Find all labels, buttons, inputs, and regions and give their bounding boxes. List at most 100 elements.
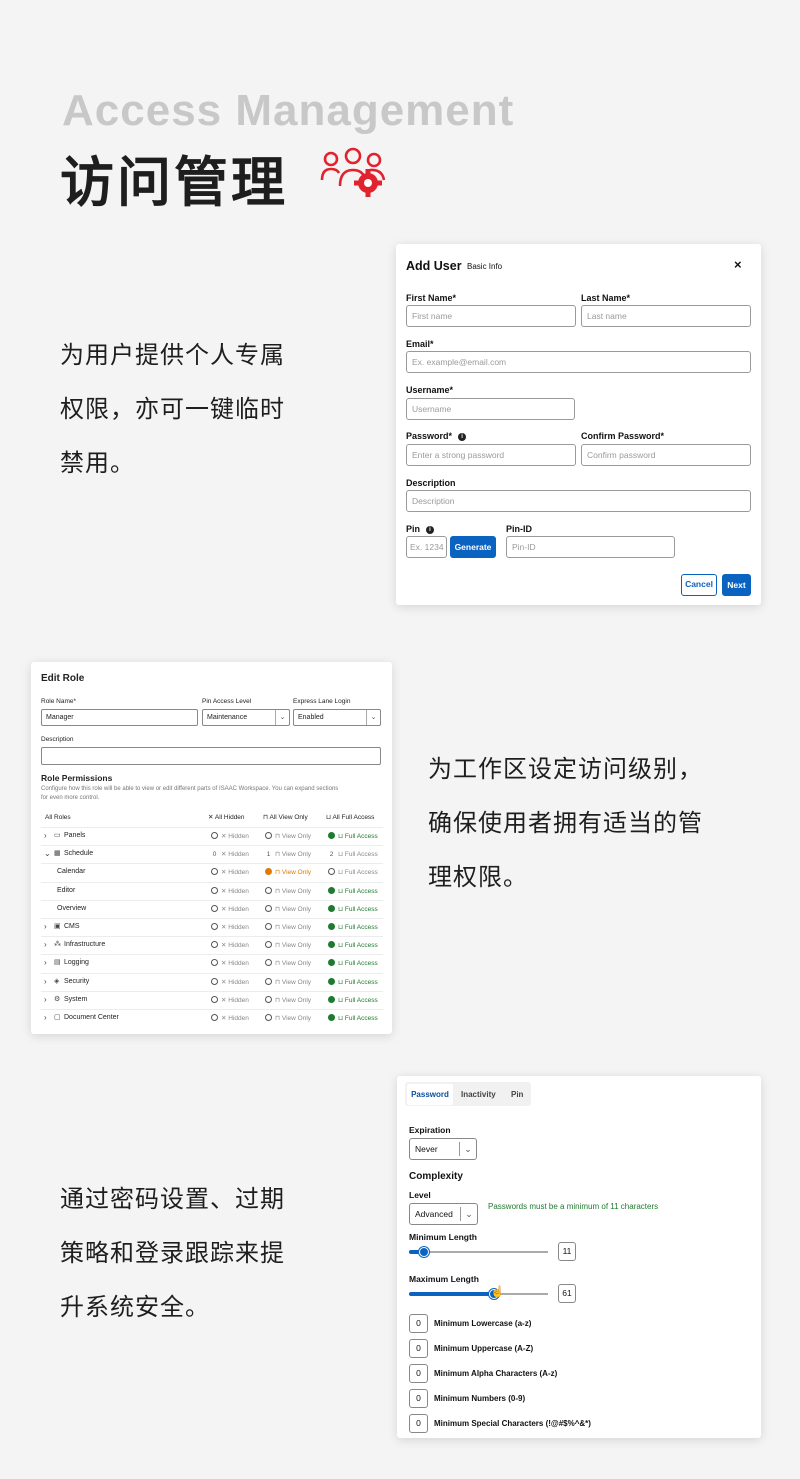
- max-length-value[interactable]: 61: [558, 1284, 576, 1303]
- next-button[interactable]: Next: [722, 574, 751, 596]
- radio[interactable]: [328, 886, 335, 894]
- permission-row[interactable]: › ⚙ System ✕ Hidden ⊓ View Only ⊔ Full Access: [41, 990, 383, 1009]
- permission-option[interactable]: ⊔ Full Access: [328, 977, 378, 986]
- tab-password[interactable]: Password: [407, 1084, 453, 1105]
- permission-row[interactable]: Overview ✕ Hidden ⊓ View Only ⊔ Full Access: [41, 899, 383, 918]
- radio[interactable]: [265, 832, 272, 839]
- permission-option[interactable]: ⊔ Full Access: [328, 959, 378, 967]
- permission-option[interactable]: ✕ Hidden: [211, 868, 249, 876]
- permission-row[interactable]: › ▢ Document Center ✕ Hidden ⊓ View Only ⊔ Fu…: [41, 1009, 383, 1027]
- generate-button[interactable]: Generate: [450, 536, 496, 558]
- radio[interactable]: [265, 995, 272, 1003]
- permission-option[interactable]: ⊓ View Only: [265, 832, 311, 840]
- permission-option[interactable]: 1 ⊓ View Only: [265, 850, 311, 858]
- chevron-right-icon[interactable]: ›: [44, 958, 47, 967]
- permission-option[interactable]: ⊔ Full Access: [328, 941, 378, 949]
- permission-option[interactable]: ✕ Hidden: [211, 904, 249, 913]
- permission-option[interactable]: ✕ Hidden: [211, 977, 249, 986]
- permission-row[interactable]: › ◈ Security ✕ Hidden ⊓ View Only ⊔ Full Acce…: [41, 972, 383, 991]
- max-length-slider-track[interactable]: [409, 1292, 548, 1296]
- chevron-down-icon[interactable]: ⌄: [460, 1207, 477, 1221]
- counter-input[interactable]: 0: [409, 1364, 428, 1383]
- chevron-right-icon[interactable]: ›: [44, 940, 47, 949]
- permission-option[interactable]: ⊓ View Only: [265, 977, 311, 986]
- radio[interactable]: [265, 868, 272, 876]
- radio[interactable]: [328, 977, 335, 985]
- radio[interactable]: [328, 995, 335, 1003]
- permission-row[interactable]: › ▣ CMS ✕ Hidden ⊓ View Only ⊔ Full Access: [41, 918, 383, 936]
- permission-option[interactable]: ⊔ Full Access: [328, 923, 378, 931]
- counter-input[interactable]: 0: [409, 1314, 428, 1333]
- radio[interactable]: [211, 832, 218, 839]
- radio[interactable]: [211, 959, 218, 967]
- permission-option[interactable]: ⊓ View Only: [265, 923, 311, 931]
- min-length-slider-track[interactable]: [409, 1250, 548, 1254]
- radio[interactable]: [328, 959, 335, 967]
- permission-option[interactable]: ✕ Hidden: [211, 941, 249, 949]
- chevron-right-icon[interactable]: ›: [44, 977, 47, 986]
- min-length-value[interactable]: 11: [558, 1242, 576, 1261]
- chevron-right-icon[interactable]: ›: [44, 1013, 47, 1022]
- radio[interactable]: [328, 868, 335, 876]
- counter-input[interactable]: 0: [409, 1389, 428, 1408]
- email-input[interactable]: Ex. example@email.com: [406, 351, 751, 373]
- last-name-input[interactable]: Last name: [581, 305, 751, 327]
- counter-input[interactable]: 0: [409, 1414, 428, 1433]
- permission-option[interactable]: 0 ✕ Hidden: [211, 850, 249, 858]
- chevron-right-icon[interactable]: ›: [44, 831, 47, 840]
- radio[interactable]: [265, 923, 272, 930]
- description-textarea[interactable]: [41, 747, 381, 765]
- permission-row[interactable]: Calendar ✕ Hidden ⊓ View Only ⊔ Full Access: [41, 863, 383, 881]
- permission-row[interactable]: › ▭ Panels ✕ Hidden ⊓ View Only ⊔ Full Access: [41, 827, 383, 845]
- confirm-password-input[interactable]: Confirm password: [581, 444, 751, 466]
- permission-option[interactable]: ⊔ Full Access: [328, 832, 378, 840]
- permission-option[interactable]: ✕ Hidden: [211, 995, 249, 1004]
- tab-pin[interactable]: Pin: [511, 1090, 523, 1099]
- permission-option[interactable]: ⊔ Full Access: [328, 995, 378, 1004]
- permission-option[interactable]: ⊔ Full Access: [328, 1014, 378, 1022]
- username-input[interactable]: Username: [406, 398, 575, 420]
- radio[interactable]: [265, 904, 272, 912]
- radio[interactable]: [211, 923, 218, 930]
- radio[interactable]: [211, 995, 218, 1003]
- permission-row[interactable]: › ▤ Logging ✕ Hidden ⊓ View Only ⊔ Full Acces…: [41, 954, 383, 972]
- radio[interactable]: [328, 923, 335, 930]
- radio[interactable]: [265, 959, 272, 967]
- permission-option[interactable]: ⊔ Full Access: [328, 868, 378, 876]
- pin-input[interactable]: Ex. 1234: [406, 536, 447, 558]
- permission-option[interactable]: ⊓ View Only: [265, 959, 311, 967]
- pin-access-select[interactable]: Maintenance ⌄: [202, 709, 290, 726]
- radio[interactable]: [265, 977, 272, 985]
- radio[interactable]: [265, 886, 272, 894]
- counter-input[interactable]: 0: [409, 1339, 428, 1358]
- chevron-down-icon[interactable]: ⌄: [44, 849, 51, 858]
- permission-option[interactable]: ⊓ View Only: [265, 904, 311, 913]
- permission-option[interactable]: ✕ Hidden: [211, 1014, 249, 1022]
- chevron-down-icon[interactable]: ⌄: [366, 710, 380, 725]
- chevron-right-icon[interactable]: ›: [44, 995, 47, 1004]
- radio[interactable]: [328, 832, 335, 839]
- password-input[interactable]: Enter a strong password: [406, 444, 576, 466]
- radio[interactable]: [211, 904, 218, 912]
- expiration-select[interactable]: Never ⌄: [409, 1138, 477, 1160]
- radio[interactable]: [328, 904, 335, 912]
- permission-row[interactable]: › ⁂ Infrastructure ✕ Hidden ⊓ View Only ⊔ Ful…: [41, 936, 383, 954]
- pin-id-input[interactable]: Pin-ID: [506, 536, 675, 558]
- radio[interactable]: [328, 1014, 335, 1021]
- permission-option[interactable]: ⊔ Full Access: [328, 904, 378, 913]
- info-icon[interactable]: i: [426, 526, 435, 534]
- radio[interactable]: [211, 941, 218, 949]
- cancel-button[interactable]: Cancel: [681, 574, 717, 596]
- radio[interactable]: [211, 977, 218, 985]
- permission-option[interactable]: ⊓ View Only: [265, 941, 311, 949]
- permission-option[interactable]: ⊓ View Only: [265, 1014, 311, 1022]
- all-full-access-button[interactable]: ⊔ All Full Access: [326, 813, 374, 821]
- permission-option[interactable]: ⊓ View Only: [265, 886, 311, 895]
- radio[interactable]: [211, 868, 218, 876]
- chevron-down-icon[interactable]: ⌄: [275, 710, 289, 725]
- tab-inactivity[interactable]: Inactivity: [461, 1090, 496, 1099]
- chevron-right-icon[interactable]: ›: [44, 922, 47, 931]
- chevron-down-icon[interactable]: ⌄: [459, 1142, 476, 1156]
- permission-option[interactable]: ⊓ View Only: [265, 868, 311, 876]
- permission-row[interactable]: Editor ✕ Hidden ⊓ View Only ⊔ Full Access: [41, 881, 383, 900]
